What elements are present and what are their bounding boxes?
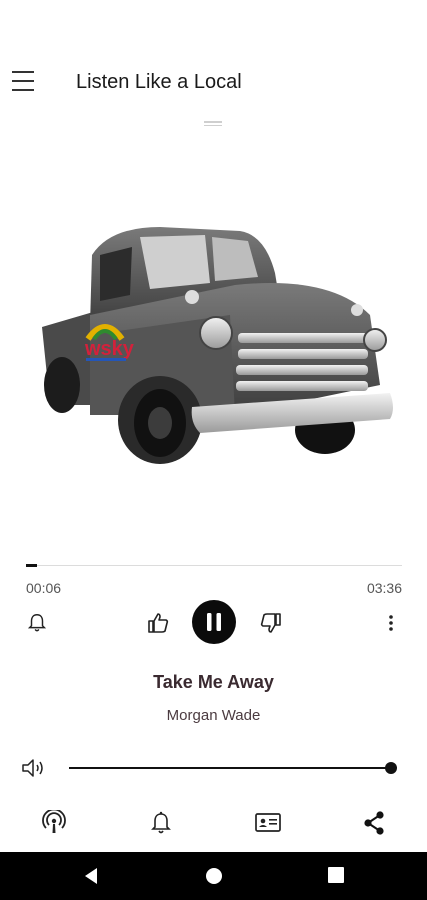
alarm-icon[interactable]: [26, 612, 48, 634]
page-title: Listen Like a Local: [76, 71, 242, 93]
volume-slider-thumb[interactable]: [385, 762, 397, 774]
drag-handle[interactable]: [204, 121, 222, 127]
more-vert-icon[interactable]: [381, 611, 401, 635]
track-title: Take Me Away: [153, 672, 274, 692]
home-icon[interactable]: [204, 866, 224, 886]
menu-button[interactable]: [10, 68, 36, 94]
thumbs-up-icon[interactable]: [146, 611, 170, 635]
notification-bell-icon[interactable]: [149, 810, 173, 836]
hamburger-menu-icon: [12, 71, 34, 73]
podcast-icon[interactable]: [41, 810, 67, 836]
volume-icon[interactable]: [20, 756, 46, 780]
seek-bar[interactable]: [26, 564, 402, 567]
thumbs-down-icon[interactable]: [259, 611, 283, 635]
seek-bar-progress: [26, 564, 38, 567]
album-artwork: wsky: [42, 227, 393, 464]
volume-slider[interactable]: [69, 762, 397, 774]
share-icon[interactable]: [361, 809, 387, 837]
station-logo: wsky: [84, 338, 135, 360]
cast-contact-icon[interactable]: [254, 812, 282, 834]
track-artist: Morgan Wade: [166, 707, 261, 724]
back-icon[interactable]: [80, 865, 102, 887]
pause-button[interactable]: [192, 600, 236, 644]
total-time: 03:36: [366, 580, 402, 596]
recents-icon[interactable]: [327, 866, 345, 884]
pause-icon: [207, 613, 221, 631]
elapsed-time: 00:06: [26, 580, 62, 596]
